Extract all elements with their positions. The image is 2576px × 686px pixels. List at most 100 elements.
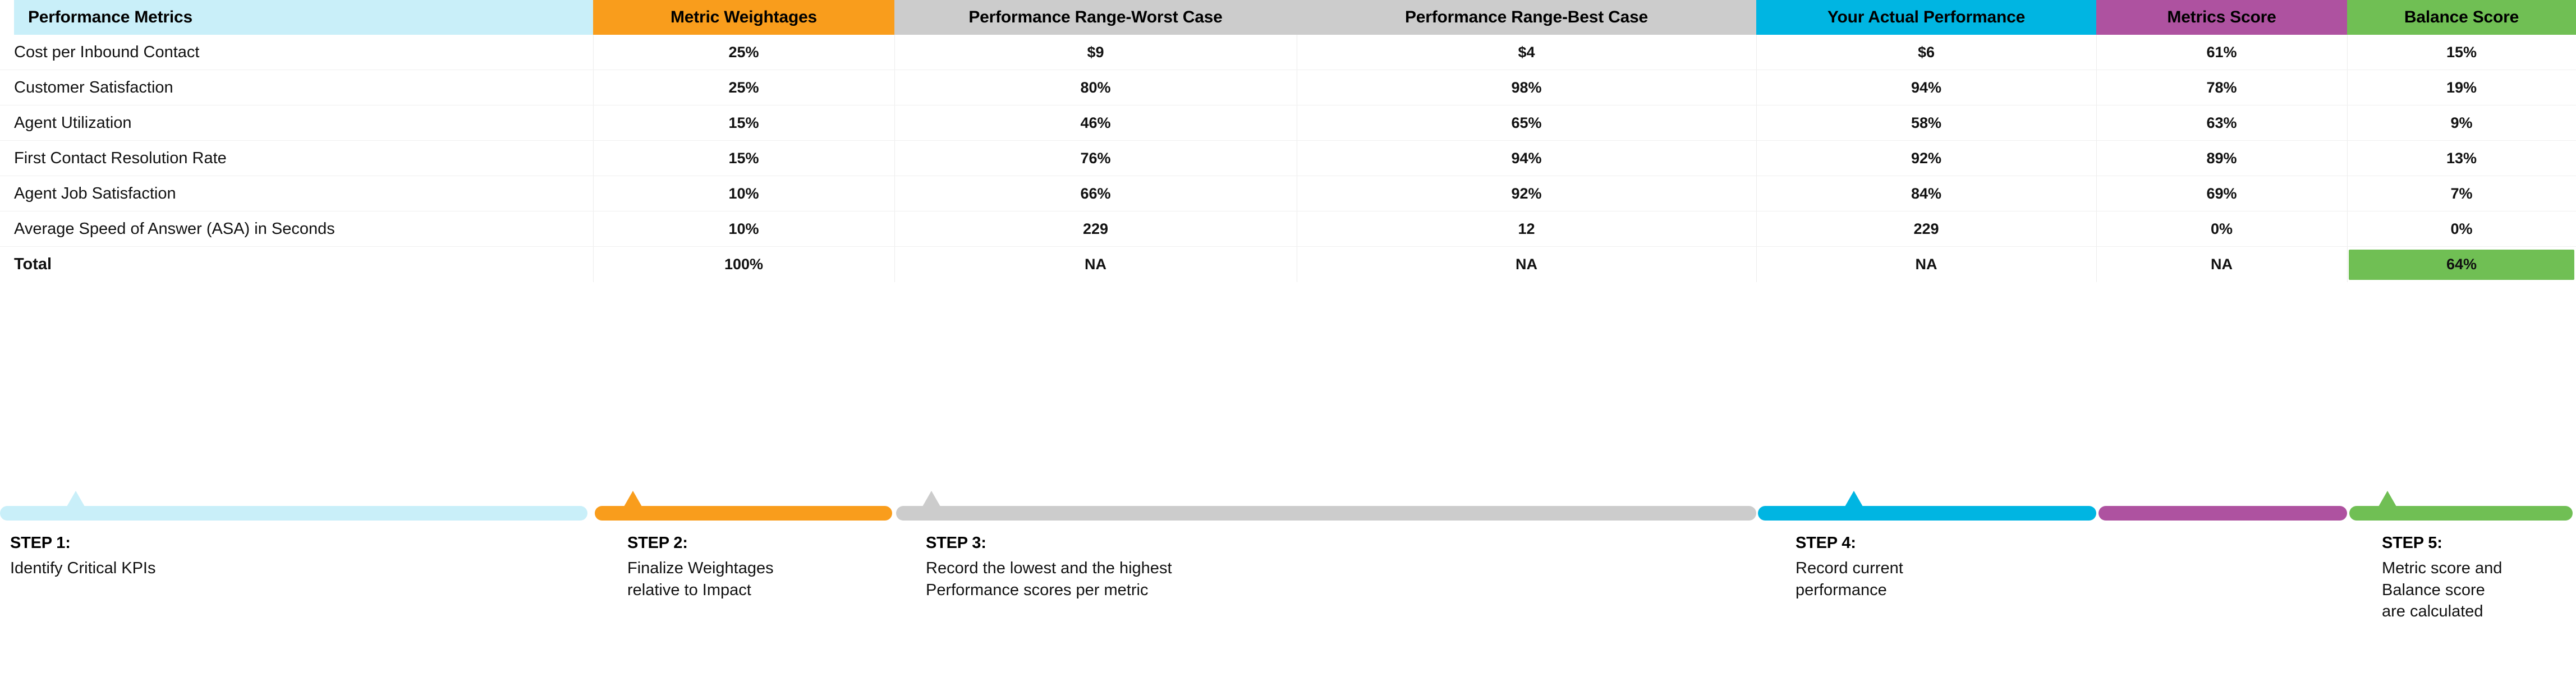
table-total-row: Total 100% NA NA NA NA 64%	[0, 247, 2576, 282]
column-divider	[1756, 176, 1757, 211]
metric-name: First Contact Resolution Rate	[14, 149, 227, 167]
metrics-score-value: 78%	[2206, 79, 2237, 96]
step-description-line: are calculated	[2382, 602, 2483, 621]
column-divider	[2096, 35, 2097, 70]
column-divider	[2096, 141, 2097, 176]
worst-case-value-cell: 229	[894, 211, 1297, 247]
balance-score-value-cell: 64%	[2347, 247, 2576, 282]
step-description-line: Finalize Weightages	[627, 559, 774, 577]
column-header-label: Balance Score	[2404, 8, 2519, 26]
step-label-1: STEP 1: Identify Critical KPIs	[10, 534, 155, 579]
step-bar-metrics-score	[2099, 506, 2347, 521]
metrics-score-value: 0%	[2210, 220, 2233, 237]
metric-weightage: 25%	[728, 43, 759, 61]
column-header-label: Your Actual Performance	[1827, 8, 2026, 26]
column-divider	[894, 35, 895, 70]
metric-name-cell: Agent Utilization	[0, 105, 593, 141]
metric-name-cell: Total	[0, 247, 593, 282]
step-bar-1	[0, 506, 587, 521]
metric-name: Cost per Inbound Contact	[14, 43, 200, 61]
metrics-score-value-cell: 89%	[2096, 141, 2347, 176]
actual-performance-value: 229	[1913, 220, 1939, 237]
best-case-value-cell: 92%	[1297, 176, 1756, 211]
metric-weightage: 10%	[728, 220, 759, 237]
metrics-score-value-cell: 61%	[2096, 35, 2347, 70]
step-description-line: Record the lowest and the highest	[926, 559, 1172, 577]
metric-weightage: 15%	[728, 149, 759, 167]
worst-case-value-cell: NA	[894, 247, 1297, 282]
step-description-line: Performance scores per metric	[926, 581, 1149, 599]
table-row: Agent Job Satisfaction 10% 66% 92% 84% 69% 7%	[0, 176, 2576, 211]
metric-name-cell: Customer Satisfaction	[0, 70, 593, 105]
metric-name-cell: First Contact Resolution Rate	[0, 141, 593, 176]
column-divider	[2347, 105, 2348, 140]
column-divider	[593, 211, 594, 246]
column-divider	[2347, 70, 2348, 105]
column-divider	[2096, 211, 2097, 246]
actual-performance-value: 92%	[1911, 149, 1942, 167]
metrics-score-value: 69%	[2206, 185, 2237, 202]
column-header-label: Metric Weightages	[670, 8, 818, 26]
worst-case-value: 46%	[1080, 114, 1111, 131]
column-divider	[2347, 176, 2348, 211]
column-divider	[1756, 141, 1757, 176]
step-label-3: STEP 3: Record the lowest and the highest…	[926, 534, 1172, 601]
step-bar-5	[2349, 506, 2573, 521]
step-pointer-4-icon	[1845, 491, 1863, 507]
actual-performance-value: NA	[1915, 256, 1937, 273]
step-title: STEP 2:	[627, 534, 688, 552]
balance-score-value: 9%	[2450, 114, 2473, 131]
step-pointer-3-icon	[922, 491, 940, 507]
best-case-value: 65%	[1511, 114, 1542, 131]
kpi-balance-scorecard: Performance Metrics Metric Weightages Pe…	[0, 0, 2576, 686]
table-header-row: Performance Metrics Metric Weightages Pe…	[0, 0, 2576, 35]
process-steps: STEP 1: Identify Critical KPIs STEP 2: Fina…	[0, 491, 2576, 686]
step-bars	[0, 491, 2576, 521]
balance-score-value-cell: 7%	[2347, 176, 2576, 211]
step-description: Finalize Weightages relative to Impact	[627, 558, 774, 601]
step-pointer-2-icon	[624, 491, 642, 507]
column-header-performance-metrics: Performance Metrics	[0, 0, 593, 35]
column-divider	[2347, 247, 2348, 282]
step-pointer-1-icon	[67, 491, 85, 507]
column-divider	[1756, 35, 1757, 70]
column-header-label: Performance Metrics	[28, 8, 192, 26]
step-bar-2	[595, 506, 892, 521]
column-divider	[2096, 70, 2097, 105]
column-divider	[894, 105, 895, 140]
table-row: Cost per Inbound Contact 25% $9 $4 $6 61% 15%	[0, 35, 2576, 70]
column-divider	[894, 141, 895, 176]
column-header-metrics-score: Metrics Score	[2096, 0, 2347, 35]
step-description-line: Metric score and	[2382, 559, 2502, 577]
step-pointer-5-icon	[2378, 491, 2396, 507]
worst-case-value-cell: 66%	[894, 176, 1297, 211]
metrics-score-value: 89%	[2206, 149, 2237, 167]
metric-weightage: 25%	[728, 79, 759, 96]
metric-weightage-cell: 10%	[593, 211, 894, 247]
step-title: STEP 4:	[1796, 534, 1856, 552]
actual-performance-value: $6	[1917, 43, 1935, 61]
step-title: STEP 3:	[926, 534, 986, 552]
best-case-value-cell: 12	[1297, 211, 1756, 247]
column-divider	[1756, 211, 1757, 246]
column-header-performance-range-worst-case: Performance Range-Worst Case	[894, 0, 1297, 35]
metric-weightage-cell: 100%	[593, 247, 894, 282]
column-divider	[894, 176, 895, 211]
step-description-line: relative to Impact	[627, 581, 751, 599]
step-bar-4	[1758, 506, 2096, 521]
metric-name: Agent Job Satisfaction	[14, 184, 176, 202]
table-row: Customer Satisfaction 25% 80% 98% 94% 78% 19%	[0, 70, 2576, 105]
step-label-4: STEP 4: Record current performance	[1796, 534, 1903, 601]
step-label-5: STEP 5: Metric score and Balance score are …	[2382, 534, 2502, 623]
column-divider	[593, 141, 594, 176]
column-divider	[2096, 176, 2097, 211]
worst-case-value: 76%	[1080, 149, 1111, 167]
column-divider	[2096, 105, 2097, 140]
step-description-line: Record current	[1796, 559, 1903, 577]
step-description: Record the lowest and the highest Perform…	[926, 558, 1172, 601]
worst-case-value-cell: 80%	[894, 70, 1297, 105]
metric-name: Average Speed of Answer (ASA) in Seconds	[14, 219, 335, 238]
column-divider	[894, 247, 895, 282]
column-divider	[593, 176, 594, 211]
column-header-balance-score: Balance Score	[2347, 0, 2576, 35]
